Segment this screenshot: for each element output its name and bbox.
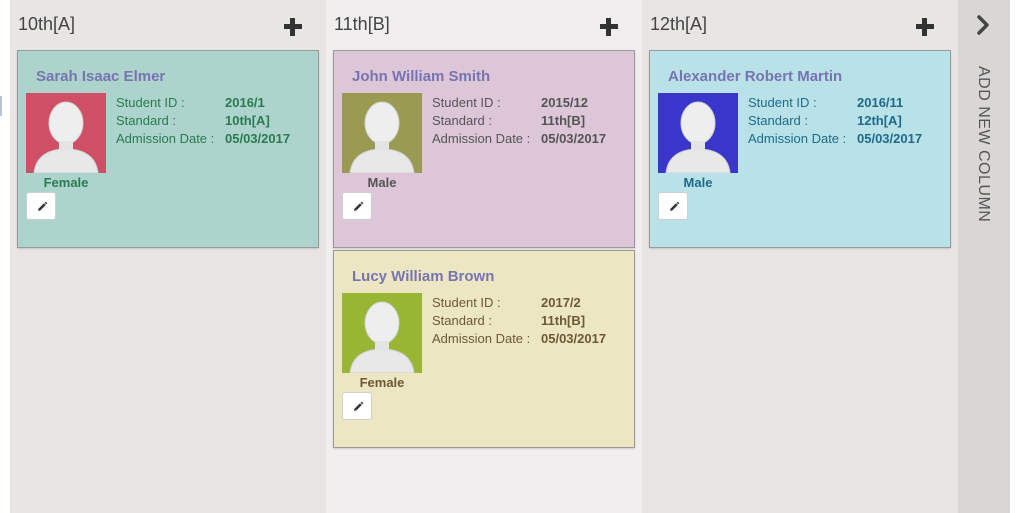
user-silhouette-icon (658, 93, 738, 173)
student-id-label: Student ID : (116, 95, 185, 110)
add-card-plus-icon[interactable] (282, 16, 304, 38)
user-silhouette-icon (342, 293, 422, 373)
standard-value: 11th[B] (541, 113, 586, 128)
admission-date-value: 05/03/2017 (541, 331, 607, 346)
student-gender: Female (359, 375, 405, 390)
column-title: 10th[A] (18, 14, 76, 34)
column-title: 12th[A] (650, 14, 708, 34)
student-id-label: Student ID : (748, 95, 817, 110)
student-id-value: 2016/1 (225, 95, 265, 110)
student-info: Student ID : 2016/1 Standard : 10th[A] Adm… (116, 94, 290, 148)
admission-date-value: 05/03/2017 (225, 131, 291, 146)
left-edge (0, 0, 10, 513)
student-card[interactable]: Alexander Robert Martin Male Student ID … (649, 50, 951, 248)
student-name[interactable]: John William Smith (352, 68, 490, 85)
student-info: Student ID : 2017/2 Standard : 11th[B] Adm… (432, 294, 606, 348)
student-card[interactable]: Sarah Isaac Elmer Female Student ID : 201… (17, 50, 319, 248)
edit-button[interactable] (26, 192, 56, 220)
student-card[interactable]: John William Smith Male Student ID : 2015… (333, 50, 635, 248)
standard-value: 11th[B] (541, 313, 586, 328)
student-id-label: Student ID : (432, 295, 501, 310)
column-11th-b: 11th[B] John William Smith Male Student … (326, 0, 642, 513)
edit-button[interactable] (342, 192, 372, 220)
add-new-column[interactable]: ADD NEW COLUMN (958, 0, 1010, 513)
column-12th-a: 12th[A] Alexander Robert Martin Male Stu… (642, 0, 958, 513)
column-10th-a: 10th[A] Sarah Isaac Elmer Female Student… (10, 0, 326, 513)
student-id-value: 2016/11 (857, 95, 904, 110)
add-new-column-label[interactable]: ADD NEW COLUMN (974, 66, 992, 222)
standard-value: 12th[A] (857, 113, 902, 128)
student-id-value: 2015/12 (541, 95, 588, 110)
admission-date-label: Admission Date : (748, 131, 847, 146)
student-info: Student ID : 2016/11 Standard : 12th[A] Ad… (748, 94, 922, 148)
standard-label: Standard : (432, 113, 492, 128)
student-info: Student ID : 2015/12 Standard : 11th[B] Ad… (432, 94, 606, 148)
user-silhouette-icon (26, 93, 106, 173)
admission-date-value: 05/03/2017 (857, 131, 923, 146)
user-silhouette-icon (342, 93, 422, 173)
student-gender: Male (683, 175, 713, 190)
admission-date-value: 05/03/2017 (541, 131, 607, 146)
admission-date-label: Admission Date : (116, 131, 215, 146)
standard-label: Standard : (116, 113, 176, 128)
admission-date-label: Admission Date : (432, 331, 531, 346)
student-id-label: Student ID : (432, 95, 501, 110)
student-gender: Male (367, 175, 397, 190)
student-name[interactable]: Sarah Isaac Elmer (36, 68, 165, 85)
student-id-value: 2017/2 (541, 295, 581, 310)
column-title: 11th[B] (334, 14, 390, 34)
edge-marker (0, 96, 2, 116)
right-edge (1010, 0, 1019, 513)
chevron-right-icon[interactable] (976, 14, 990, 41)
standard-value: 10th[A] (225, 113, 270, 128)
admission-date-label: Admission Date : (432, 131, 531, 146)
edit-button[interactable] (342, 392, 372, 420)
student-gender: Female (43, 175, 89, 190)
student-name[interactable]: Lucy William Brown (352, 268, 494, 285)
add-card-plus-icon[interactable] (598, 16, 620, 38)
standard-label: Standard : (748, 113, 808, 128)
add-card-plus-icon[interactable] (914, 16, 936, 38)
student-card[interactable]: Lucy William Brown Female Student ID : 20… (333, 250, 635, 448)
edit-button[interactable] (658, 192, 688, 220)
student-name[interactable]: Alexander Robert Martin (668, 68, 842, 85)
standard-label: Standard : (432, 313, 492, 328)
